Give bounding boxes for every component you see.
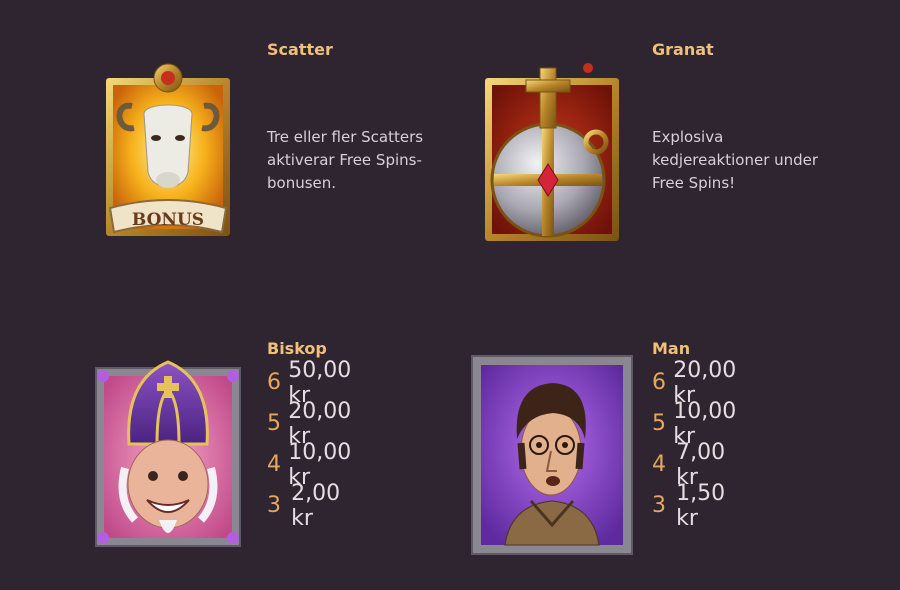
orb-grenade-icon [484,62,620,246]
bishop-icon [95,360,241,552]
paytable: 6 20,00 kr 5 10,00 kr 4 7,00 kr 3 1,50 kr [652,358,743,531]
symbol-title: Scatter [267,40,333,59]
pay-row: 3 1,50 kr [652,481,743,531]
pay-row: 4 10,00 kr [267,440,358,490]
pay-row: 3 2,00 kr [267,481,358,531]
pay-count: 5 [267,411,281,436]
goat-bonus-icon: BONUS [104,62,232,244]
pay-row: 5 20,00 kr [267,399,358,449]
pay-row: 6 50,00 kr [267,358,358,408]
pay-count: 3 [267,493,281,518]
paytable: 6 50,00 kr 5 20,00 kr 4 10,00 kr 3 2,00 kr [267,358,358,531]
pay-count: 4 [652,452,666,477]
pay-count: 4 [267,452,281,477]
pay-count: 6 [652,370,666,395]
svg-text:BONUS: BONUS [132,210,204,230]
symbol-title: Granat [652,40,714,59]
pay-row: 4 7,00 kr [652,440,743,490]
symbol-description: Tre eller fler Scatters aktiverar Free S… [267,128,424,192]
pay-count: 5 [652,411,666,436]
man-icon [471,355,633,559]
pay-amount: 1,50 kr [676,480,726,531]
symbol-title: Man [652,339,691,358]
pay-count: 3 [652,493,666,518]
symbol-title: Biskop [267,339,327,358]
symbol-description: Explosiva kedjereaktioner under Free Spi… [652,128,819,192]
pay-amount: 2,00 kr [291,480,341,531]
pay-row: 5 10,00 kr [652,399,743,449]
pay-count: 6 [267,370,281,395]
pay-row: 6 20,00 kr [652,358,743,408]
